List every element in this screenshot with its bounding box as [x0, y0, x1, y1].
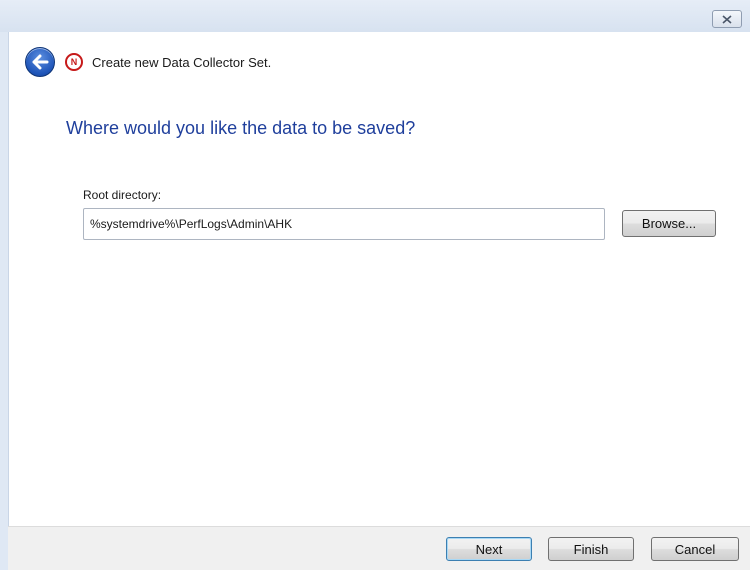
wizard-title: Create new Data Collector Set.	[92, 54, 272, 70]
title-bar	[0, 0, 750, 32]
root-directory-input[interactable]	[83, 208, 605, 240]
root-directory-label: Root directory:	[83, 188, 162, 202]
close-icon	[722, 14, 732, 24]
back-arrow-icon	[32, 54, 49, 70]
wizard-header: N Create new Data Collector Set.	[25, 40, 271, 84]
browse-button[interactable]: Browse...	[622, 210, 716, 237]
cancel-button[interactable]: Cancel	[651, 537, 739, 561]
back-button[interactable]	[25, 47, 55, 77]
close-button[interactable]	[712, 10, 742, 28]
wizard-content: N Create new Data Collector Set. Where w…	[8, 32, 750, 526]
page-heading: Where would you like the data to be save…	[66, 118, 416, 138]
performance-monitor-icon: N	[65, 53, 83, 71]
next-button[interactable]: Next	[446, 537, 532, 561]
wizard-footer: Next Finish Cancel	[8, 526, 750, 570]
wizard-window: N Create new Data Collector Set. Where w…	[0, 0, 750, 570]
finish-button[interactable]: Finish	[548, 537, 634, 561]
